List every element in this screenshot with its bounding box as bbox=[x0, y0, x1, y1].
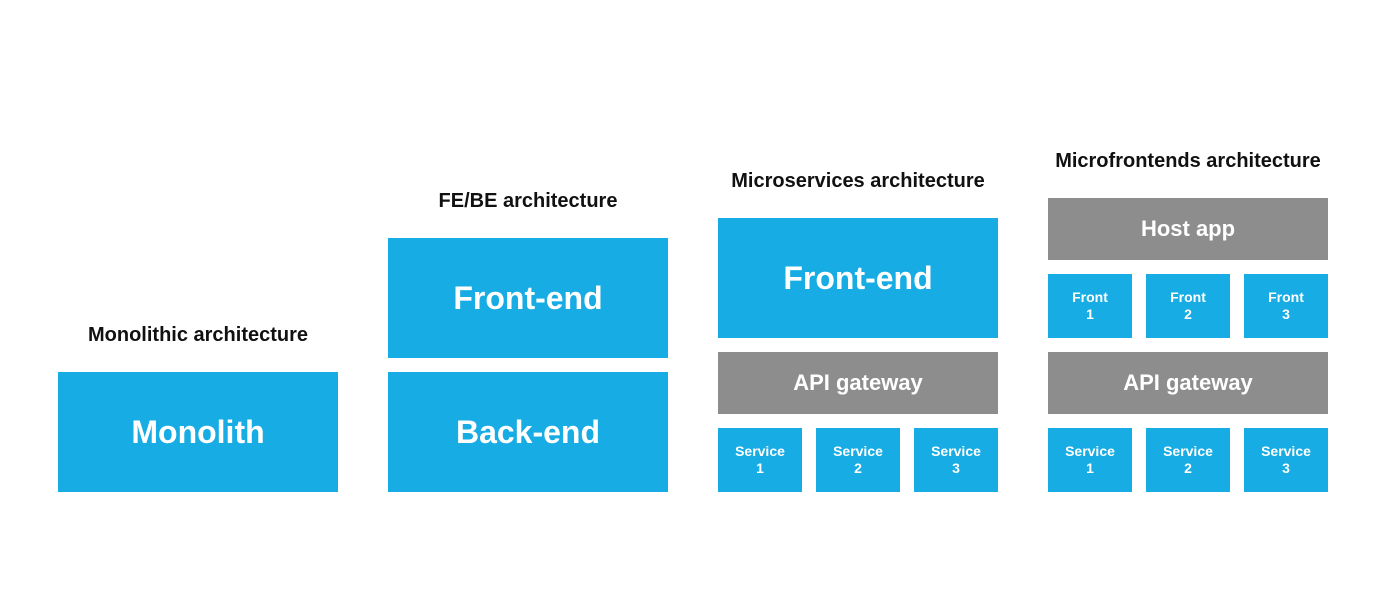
microservices-stack: Front-end API gateway Service 1 Service … bbox=[718, 218, 998, 492]
services-row: Service 1 Service 2 Service 3 bbox=[718, 428, 998, 492]
microservices-column: Microservices architecture Front-end API… bbox=[718, 168, 998, 492]
front-number: 3 bbox=[1282, 306, 1290, 323]
front-number: 1 bbox=[1086, 306, 1094, 323]
service-box: Service 3 bbox=[914, 428, 998, 492]
microfrontends-stack: Host app Front 1 Front 2 Front 3 API gat… bbox=[1048, 198, 1328, 492]
front-box: Front 3 bbox=[1244, 274, 1328, 338]
front-label: Front bbox=[1268, 289, 1304, 306]
monolithic-title: Monolithic architecture bbox=[88, 322, 308, 348]
services-row: Service 1 Service 2 Service 3 bbox=[1048, 428, 1328, 492]
frontend-box: Front-end bbox=[388, 238, 668, 358]
microservices-title: Microservices architecture bbox=[731, 168, 984, 194]
service-label: Service bbox=[833, 443, 883, 460]
front-box: Front 1 bbox=[1048, 274, 1132, 338]
service-number: 2 bbox=[1184, 460, 1192, 477]
front-label: Front bbox=[1072, 289, 1108, 306]
frontend-box: Front-end bbox=[718, 218, 998, 338]
service-box: Service 1 bbox=[718, 428, 802, 492]
service-label: Service bbox=[1261, 443, 1311, 460]
api-gateway-box: API gateway bbox=[1048, 352, 1328, 414]
backend-box: Back-end bbox=[388, 372, 668, 492]
host-app-box: Host app bbox=[1048, 198, 1328, 260]
service-number: 1 bbox=[756, 460, 764, 477]
fronts-row: Front 1 Front 2 Front 3 bbox=[1048, 274, 1328, 338]
febe-title: FE/BE architecture bbox=[439, 188, 618, 214]
microfrontends-title: Microfrontends architecture bbox=[1055, 148, 1321, 174]
febe-stack: Front-end Back-end bbox=[388, 238, 668, 492]
service-label: Service bbox=[931, 443, 981, 460]
monolithic-stack: Monolith bbox=[58, 372, 338, 492]
service-number: 3 bbox=[1282, 460, 1290, 477]
service-label: Service bbox=[1065, 443, 1115, 460]
service-box: Service 2 bbox=[1146, 428, 1230, 492]
service-number: 1 bbox=[1086, 460, 1094, 477]
monolith-box: Monolith bbox=[58, 372, 338, 492]
service-number: 3 bbox=[952, 460, 960, 477]
front-box: Front 2 bbox=[1146, 274, 1230, 338]
service-label: Service bbox=[735, 443, 785, 460]
service-number: 2 bbox=[854, 460, 862, 477]
service-label: Service bbox=[1163, 443, 1213, 460]
api-gateway-box: API gateway bbox=[718, 352, 998, 414]
service-box: Service 3 bbox=[1244, 428, 1328, 492]
febe-column: FE/BE architecture Front-end Back-end bbox=[388, 188, 668, 492]
front-number: 2 bbox=[1184, 306, 1192, 323]
monolithic-column: Monolithic architecture Monolith bbox=[58, 322, 338, 492]
service-box: Service 2 bbox=[816, 428, 900, 492]
microfrontends-column: Microfrontends architecture Host app Fro… bbox=[1048, 148, 1328, 492]
front-label: Front bbox=[1170, 289, 1206, 306]
service-box: Service 1 bbox=[1048, 428, 1132, 492]
